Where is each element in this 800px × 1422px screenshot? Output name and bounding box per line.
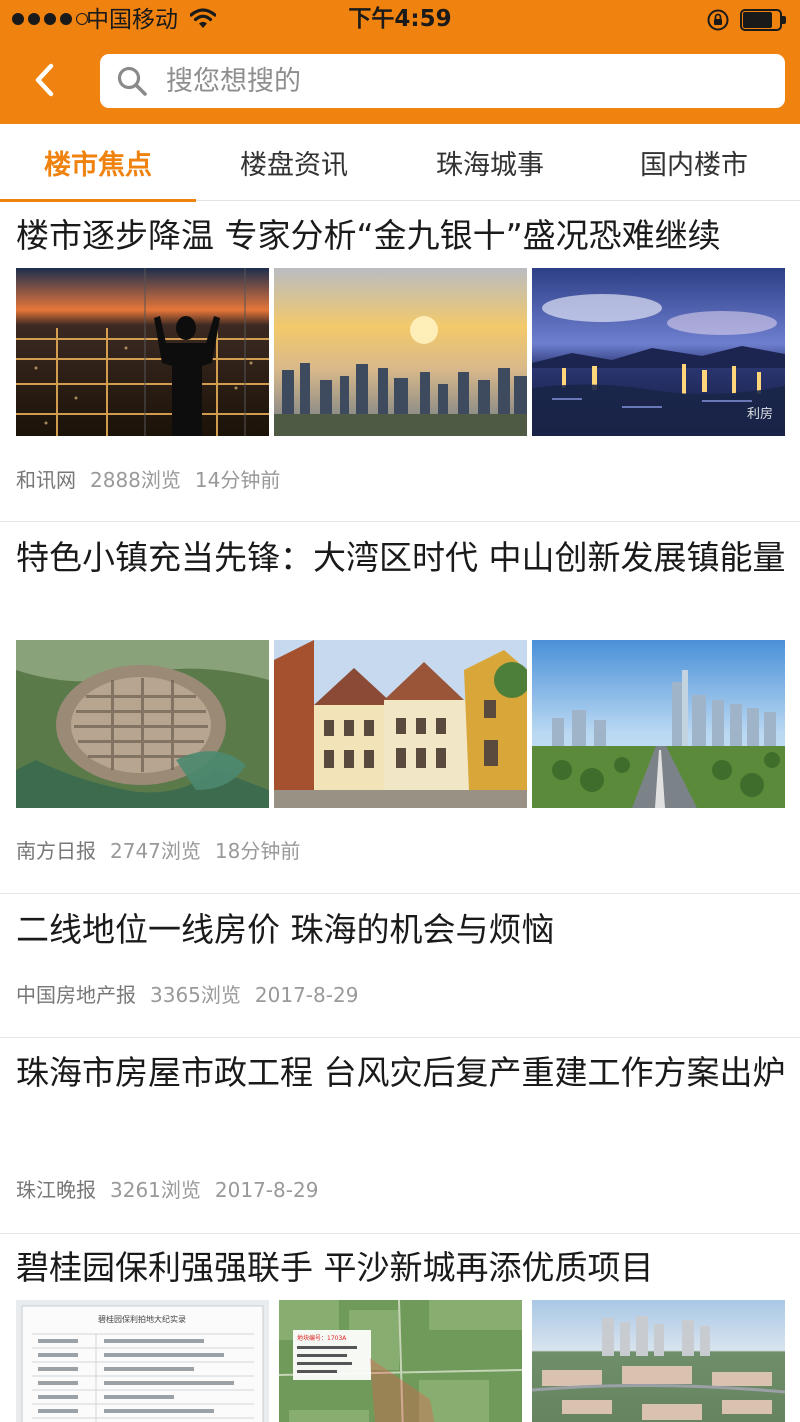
rotation-lock-icon (707, 9, 729, 31)
chevron-left-icon (35, 63, 54, 97)
article-meta: 南方日报 2747浏览 18分钟前 (16, 838, 300, 864)
article-title: 碧桂园保利强强联手 平沙新城再添优质项目 (16, 1248, 654, 1287)
article-item[interactable]: 特色小镇充当先锋：大湾区时代 中山创新发展镇能量 南方日报 2747浏览 18分… (0, 522, 800, 894)
article-meta: 和讯网 2888浏览 14分钟前 (16, 467, 280, 493)
battery-level (743, 12, 772, 28)
article-item[interactable]: 碧桂园保利强强联手 平沙新城再添优质项目 碧桂园保利拍地大纪实录 地块编号：17… (0, 1234, 800, 1422)
article-time: 18分钟前 (214, 839, 301, 863)
article-thumbnails: 碧桂园保利拍地大纪实录 地块编号：1703A (16, 1300, 785, 1422)
article-item[interactable]: 楼市逐步降温 专家分析“金九银十”盛况恐难继续 利房 和讯网 2888浏览 14… (0, 201, 800, 522)
tab-national-market[interactable]: 国内楼市 (588, 124, 800, 201)
article-thumbnail[interactable]: 利房 (532, 268, 785, 436)
article-meta: 中国房地产报 3365浏览 2017-8-29 (16, 982, 358, 1008)
article-thumbnail[interactable] (274, 268, 527, 436)
document-heading: 碧桂园保利拍地大纪实录 (98, 1314, 186, 1324)
article-thumbnail[interactable]: 碧桂园保利拍地大纪实录 (16, 1300, 269, 1422)
tab-property-news[interactable]: 楼盘资讯 (196, 124, 392, 201)
status-time: 下午4:59 (348, 6, 452, 32)
category-tabs: 楼市焦点 楼盘资讯 珠海城事 国内楼市 (0, 124, 800, 202)
article-views: 3365浏览 (150, 983, 241, 1007)
article-time: 2017-8-29 (214, 1178, 319, 1202)
article-thumbnail[interactable] (16, 268, 269, 436)
article-thumbnails (16, 640, 785, 808)
article-item[interactable]: 珠海市房屋市政工程 台风灾后复产重建工作方案出炉 珠江晚报 3261浏览 2017-… (0, 1038, 800, 1234)
article-views: 2888浏览 (90, 468, 181, 492)
article-source: 珠江晚报 (16, 1178, 96, 1202)
battery-icon (740, 9, 786, 31)
back-button[interactable] (22, 56, 66, 104)
article-meta: 珠江晚报 3261浏览 2017-8-29 (16, 1177, 318, 1203)
article-thumbnail[interactable] (532, 640, 785, 808)
article-time: 2017-8-29 (254, 983, 359, 1007)
tab-market-focus[interactable]: 楼市焦点 (0, 124, 196, 202)
article-source: 南方日报 (16, 839, 96, 863)
search-bar[interactable] (100, 54, 785, 108)
search-input[interactable] (166, 62, 766, 100)
watermark-text: 利房 (747, 406, 773, 421)
article-title: 楼市逐步降温 专家分析“金九银十”盛况恐难继续 (16, 216, 721, 255)
article-title: 二线地位一线房价 珠海的机会与烦恼 (16, 910, 555, 949)
status-bar: 中国移动 下午4:59 (0, 0, 800, 40)
tab-zhuhai-city[interactable]: 珠海城事 (392, 124, 588, 201)
article-thumbnails: 利房 (16, 268, 785, 436)
app-header: 中国移动 下午4:59 (0, 0, 800, 124)
article-thumbnail[interactable]: 地块编号：1703A (279, 1300, 522, 1422)
news-feed: 楼市逐步降温 专家分析“金九银十”盛况恐难继续 利房 和讯网 2888浏览 14… (0, 201, 800, 1422)
article-thumbnail[interactable] (16, 640, 269, 808)
article-thumbnail[interactable] (532, 1300, 785, 1422)
article-item[interactable]: 二线地位一线房价 珠海的机会与烦恼 中国房地产报 3365浏览 2017-8-29 (0, 894, 800, 1038)
article-time: 14分钟前 (194, 468, 281, 492)
article-views: 3261浏览 (110, 1178, 201, 1202)
article-title: 珠海市房屋市政工程 台风灾后复产重建工作方案出炉 (16, 1053, 786, 1092)
article-title: 特色小镇充当先锋：大湾区时代 中山创新发展镇能量 (16, 538, 786, 577)
article-source: 中国房地产报 (16, 983, 136, 1007)
article-thumbnail[interactable] (274, 640, 527, 808)
search-icon (117, 66, 147, 96)
battery-nub (782, 16, 786, 24)
plot-label: 地块编号：1703A (297, 1334, 347, 1342)
article-source: 和讯网 (16, 468, 76, 492)
article-views: 2747浏览 (110, 839, 201, 863)
